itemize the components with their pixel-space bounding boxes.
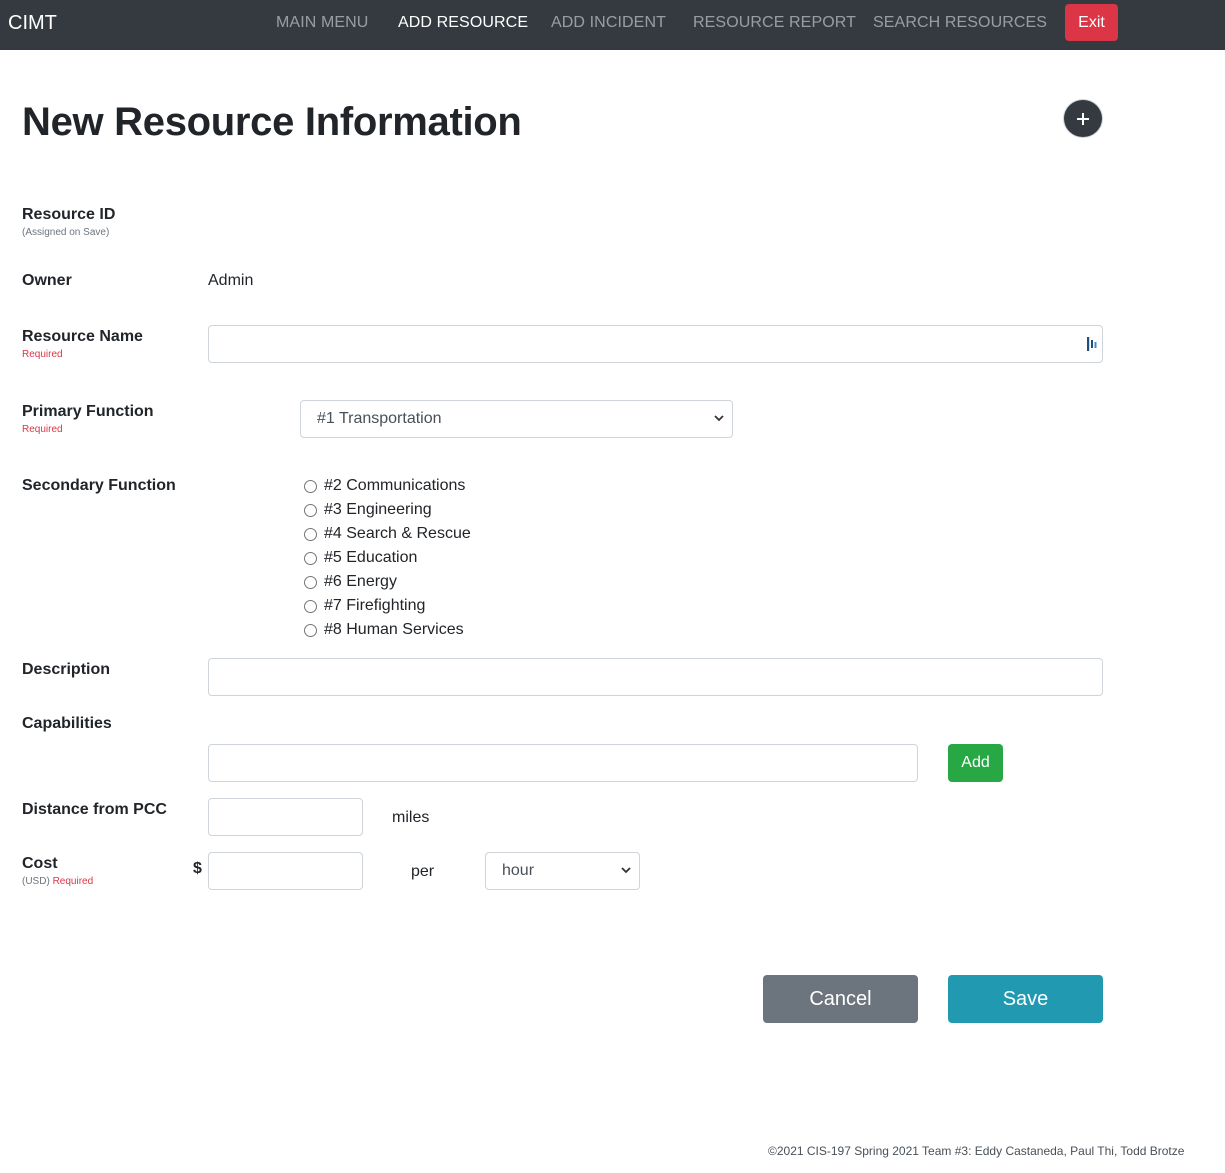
owner-label: Owner [22, 272, 72, 289]
brand-logo[interactable]: CIMT [8, 12, 57, 35]
primary-function-select[interactable]: #1 Transportation [300, 400, 733, 438]
nav-resource-report[interactable]: RESOURCE REPORT [693, 14, 856, 32]
radio-button[interactable] [304, 551, 317, 565]
page-title: New Resource Information [22, 100, 522, 144]
owner-value: Admin [208, 272, 254, 289]
cost-hint: (USD) Required [22, 876, 93, 887]
resource-id-hint: (Assigned on Save) [22, 227, 110, 238]
radio-button[interactable] [304, 503, 317, 517]
description-input[interactable] [208, 658, 1103, 696]
radio-button[interactable] [304, 575, 317, 589]
distance-unit: miles [392, 809, 430, 826]
add-capability-button[interactable]: Add [948, 744, 1003, 782]
description-label: Description [22, 661, 111, 678]
nav-search-resources[interactable]: SEARCH RESOURCES [873, 14, 1047, 32]
secondary-option-search-rescue[interactable]: #4 Search & Rescue [304, 525, 471, 543]
cost-period-selected: hour [502, 862, 535, 879]
radio-button[interactable] [304, 479, 317, 493]
radio-label: #7 Firefighting [324, 597, 426, 614]
radio-button[interactable] [304, 623, 317, 637]
cancel-button[interactable]: Cancel [763, 975, 918, 1023]
primary-function-label: Primary Function [22, 403, 154, 420]
resource-name-label: Resource Name [22, 328, 143, 345]
primary-function-required: Required [22, 424, 63, 435]
radio-button[interactable] [304, 527, 317, 541]
cost-input[interactable] [208, 852, 363, 890]
radio-label: #4 Search & Rescue [324, 525, 471, 542]
radio-label: #2 Communications [324, 477, 466, 494]
capabilities-label: Capabilities [22, 715, 112, 732]
distance-label: Distance from PCC [22, 801, 167, 818]
nav-add-resource[interactable]: ADD RESOURCE [398, 14, 528, 32]
secondary-option-communications[interactable]: #2 Communications [304, 477, 465, 495]
primary-function-selected: #1 Transportation [317, 410, 442, 427]
cost-unit-hint: (USD) [22, 876, 50, 887]
chevron-down-icon [621, 867, 631, 874]
secondary-option-education[interactable]: #5 Education [304, 549, 417, 567]
nav-add-incident[interactable]: ADD INCIDENT [551, 14, 666, 32]
plus-icon [1077, 112, 1089, 125]
exit-button[interactable]: Exit [1065, 4, 1118, 41]
secondary-function-label: Secondary Function [22, 477, 176, 494]
resource-name-input[interactable] [208, 325, 1103, 363]
distance-input[interactable] [208, 798, 363, 836]
cost-required: Required [52, 876, 94, 887]
radio-label: #8 Human Services [324, 621, 464, 638]
secondary-option-human-services[interactable]: #8 Human Services [304, 621, 464, 639]
cost-label: Cost [22, 855, 58, 872]
cost-period-select[interactable]: hour [485, 852, 640, 890]
radio-label: #6 Energy [324, 573, 397, 590]
navbar: CIMT MAIN MENU ADD RESOURCE ADD INCIDENT… [0, 0, 1225, 50]
resource-id-label: Resource ID [22, 206, 116, 223]
password-manager-icon[interactable] [1085, 336, 1099, 352]
nav-main-menu[interactable]: MAIN MENU [276, 14, 368, 32]
save-button[interactable]: Save [948, 975, 1103, 1023]
cost-per-label: per [411, 863, 435, 880]
secondary-option-firefighting[interactable]: #7 Firefighting [304, 597, 425, 615]
capabilities-input[interactable] [208, 744, 918, 782]
chevron-down-icon [714, 415, 724, 422]
secondary-option-energy[interactable]: #6 Energy [304, 573, 397, 591]
secondary-option-engineering[interactable]: #3 Engineering [304, 501, 432, 519]
add-resource-button[interactable] [1063, 99, 1103, 138]
resource-name-required: Required [22, 349, 63, 360]
footer-credits: ©2021 CIS-197 Spring 2021 Team #3: Eddy … [768, 1144, 1185, 1158]
currency-symbol: $ [193, 860, 202, 877]
radio-label: #3 Engineering [324, 501, 432, 518]
radio-button[interactable] [304, 599, 317, 613]
radio-label: #5 Education [324, 549, 418, 566]
